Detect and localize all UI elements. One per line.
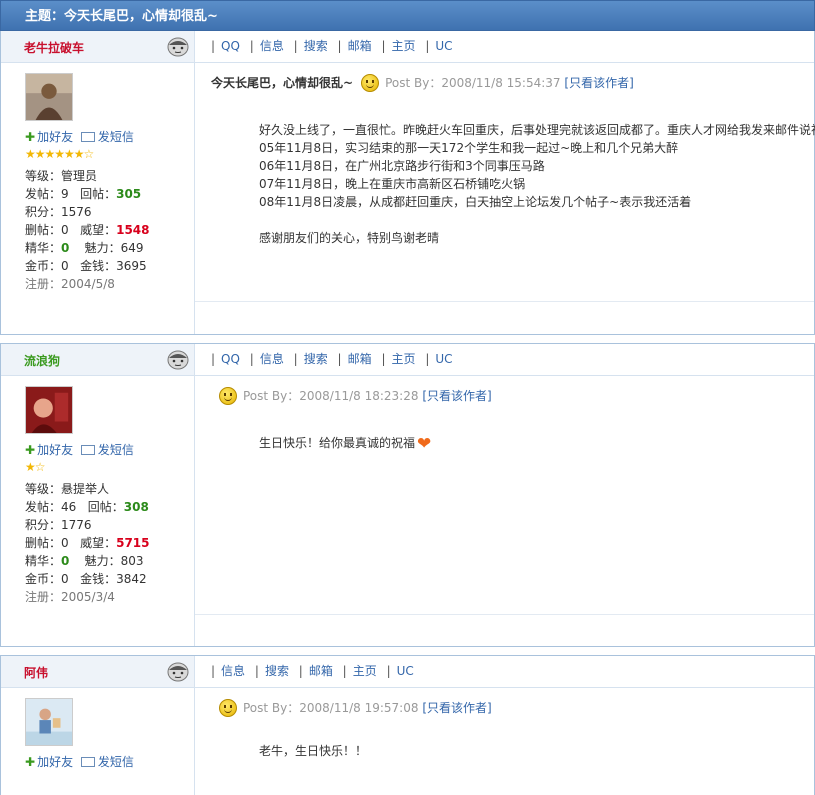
prestige: 1548 [116,223,150,237]
nav-mail[interactable]: 邮箱 [348,352,372,366]
mail-icon [80,131,95,142]
essence: 0 [61,554,70,568]
username[interactable]: 阿伟 [24,664,48,681]
post-meta: Post By：2008/11/8 19:57:08 [只看该作者] [219,698,492,718]
author-nav: | 信息 | 搜索 | 邮箱 | 主页 | UC [195,656,814,688]
post-2: 流浪狗 ✚ 加好友 发短信 ★☆ 等级：悬提举人 发帖：46 回帖：308 积分：… [0,343,815,647]
author-actions: ✚ 加好友 发短信 [25,441,138,458]
heart-icon: ❤ [417,433,432,454]
post-body: 好久没上线了，一直很忙。昨晚赶火车回重庆，后事处理完就该返回成都了。重庆人才网给… [259,123,815,245]
add-friend-button[interactable]: ✚ 加好友 [25,443,73,457]
user-face-icon [167,37,189,57]
registered-date: 注册：2005/3/4 [25,590,115,604]
deleted-count: 删帖：0 [25,536,69,550]
post-1: 老牛拉破车 ✚ 加好友 发短信 ★★★★★★☆ 等级：管理员 发帖：9 回帖：30… [0,31,815,335]
deleted-count: 删帖：0 [25,223,69,237]
post-time: Post By：2008/11/8 19:57:08 [243,701,419,715]
plus-icon: ✚ [25,755,36,769]
essence: 0 [61,241,70,255]
nav-homepage[interactable]: 主页 [391,352,415,366]
points: 积分：1776 [25,518,92,532]
charm: 魅力：649 [84,241,144,255]
topic-title: 主题：今天长尾巴，心情却很乱~ [0,0,815,31]
only-author-link[interactable]: [只看该作者] [564,76,633,90]
send-message-button[interactable]: 发短信 [80,443,134,457]
nav-uc[interactable]: UC [435,39,452,53]
nav-qq[interactable]: QQ [221,352,240,366]
nav-mail[interactable]: 邮箱 [309,664,333,678]
only-author-link[interactable]: [只看该作者] [422,701,491,715]
nav-search[interactable]: 搜索 [265,664,289,678]
smiley-icon [361,73,380,92]
plus-icon: ✚ [25,130,36,144]
post-time: Post By：2008/11/8 15:54:37 [385,76,561,90]
only-author-link[interactable]: [只看该作者] [422,389,491,403]
post-meta: 今天长尾巴，心情却很乱~ Post By：2008/11/8 15:54:37 [… [211,73,634,93]
user-face-icon [167,662,189,682]
level: 等级：悬提举人 [25,482,110,496]
smiley-icon [219,698,237,717]
post-time: Post By：2008/11/8 18:23:28 [243,389,419,403]
author-actions: ✚ 加好友 发短信 [25,753,138,770]
author-header: 阿伟 [1,656,194,688]
avatar[interactable] [25,73,73,121]
avatar[interactable] [25,698,73,746]
nav-homepage[interactable]: 主页 [353,664,377,678]
author-stats: 等级：悬提举人 发帖：46 回帖：308 积分：1776 删帖：0 威望：571… [25,482,150,604]
post-count: 发帖：9 [25,187,69,201]
post-count: 发帖：46 [25,500,77,514]
nav-mail[interactable]: 邮箱 [348,39,372,53]
money: 金钱：3842 [80,572,147,586]
registered-date: 注册：2004/5/8 [25,277,115,291]
post-footer-line [195,614,814,616]
money: 金钱：3695 [80,259,147,273]
post-footer-line [195,301,814,303]
author-header: 流浪狗 [1,344,194,376]
author-actions: ✚ 加好友 发短信 [25,128,138,145]
username[interactable]: 老牛拉破车 [24,39,84,56]
nav-info[interactable]: 信息 [221,664,245,678]
user-face-icon [167,350,189,370]
level: 等级：管理员 [25,169,98,183]
mail-icon [80,756,95,767]
author-nav: | QQ | 信息 | 搜索 | 邮箱 | 主页 | UC [195,31,814,63]
mail-icon [80,444,95,455]
post-body: 生日快乐！给你最真诚的祝福 ❤ [259,433,432,454]
charm: 魅力：803 [84,554,144,568]
points: 积分：1576 [25,205,92,219]
post-body: 老牛，生日快乐！！ [259,744,368,758]
plus-icon: ✚ [25,443,36,457]
nav-uc[interactable]: UC [435,352,452,366]
nav-homepage[interactable]: 主页 [391,39,415,53]
nav-search[interactable]: 搜索 [304,39,328,53]
add-friend-button[interactable]: ✚ 加好友 [25,755,73,769]
add-friend-button[interactable]: ✚ 加好友 [25,130,73,144]
nav-info[interactable]: 信息 [260,39,284,53]
rank-stars: ★☆ [25,460,45,474]
send-message-button[interactable]: 发短信 [80,130,134,144]
avatar[interactable] [25,386,73,434]
nav-uc[interactable]: UC [397,664,414,678]
coins: 金币：0 [25,572,69,586]
author-panel: 阿伟 ✚ 加好友 发短信 [1,656,195,795]
post-meta: Post By：2008/11/8 18:23:28 [只看该作者] [219,386,492,406]
author-panel: 老牛拉破车 ✚ 加好友 发短信 ★★★★★★☆ 等级：管理员 发帖：9 回帖：30… [1,31,195,334]
reply-count: 308 [123,500,149,514]
nav-info[interactable]: 信息 [260,352,284,366]
send-message-button[interactable]: 发短信 [80,755,134,769]
author-header: 老牛拉破车 [1,31,194,63]
post-title: 今天长尾巴，心情却很乱~ [211,76,354,90]
post-3: 阿伟 ✚ 加好友 发短信 | 信息 | 搜索 | 邮箱 | 主页 | UC Pos [0,655,815,795]
coins: 金币：0 [25,259,69,273]
author-stats: 等级：管理员 发帖：9 回帖：305 积分：1576 删帖：0 威望：1548 … [25,169,150,291]
author-panel: 流浪狗 ✚ 加好友 发短信 ★☆ 等级：悬提举人 发帖：46 回帖：308 积分：… [1,344,195,646]
nav-search[interactable]: 搜索 [304,352,328,366]
reply-count: 305 [116,187,142,201]
rank-stars: ★★★★★★☆ [25,147,94,161]
author-nav: | QQ | 信息 | 搜索 | 邮箱 | 主页 | UC [195,344,814,376]
smiley-icon [219,386,237,405]
prestige: 5715 [116,536,150,550]
username[interactable]: 流浪狗 [24,352,60,369]
nav-qq[interactable]: QQ [221,39,240,53]
